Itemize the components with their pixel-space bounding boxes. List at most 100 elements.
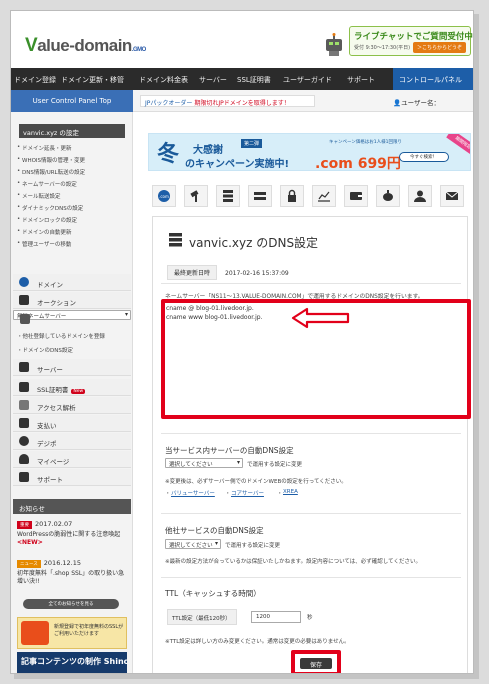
news-item[interactable]: 重要 2017.02.07 WordPressの脆弱性に関する注意喚起<NEW>	[17, 520, 125, 547]
banner-search-button[interactable]: 今すぐ検索！	[399, 152, 449, 162]
divider	[161, 577, 461, 578]
menu-item-renew[interactable]: ドメイン延長・更新	[17, 144, 129, 156]
service-mypage[interactable]	[408, 185, 432, 207]
service-payment[interactable]	[344, 185, 368, 207]
dns-record-line: cname @ blog-01.livedoor.jp.	[166, 305, 254, 312]
link-value-server[interactable]: バリューサーバー	[171, 489, 215, 497]
sub-bar: User Control Panel Top JPパックオーダー 期限切れJPド…	[11, 90, 473, 112]
news-date: 2016.12.15	[43, 559, 81, 567]
service-server[interactable]	[248, 185, 272, 207]
browser-page: Value-domain.GMO ライブチャットでご質問受付中 受付 9:30〜…	[10, 10, 474, 674]
sidebar: vanvic.xyz の設定 ドメイン延長・更新 WHOIS情報の管理・変更 D…	[11, 112, 133, 673]
banner-note: キャンペーン価格はお1人様1回限り	[329, 140, 402, 145]
menu-item-nameserver[interactable]: ネームサーバーの設定	[17, 180, 129, 192]
sidebar-cat-support[interactable]: サポート	[13, 469, 131, 486]
news-text[interactable]: 初年度無料「.shop SSL」の取り扱い急增い決!!	[17, 570, 125, 586]
banner-part: 第二弾	[241, 139, 263, 148]
other-dns-title: 他社サービスの自動DNS設定	[165, 526, 264, 535]
ssl-banner[interactable]: 新規登録で初年度無料のSSLがご利用いただけます	[17, 617, 127, 649]
sidebar-sub-other-domain[interactable]: ・他社登録しているドメインを登録	[17, 332, 105, 340]
menu-item-move-user[interactable]: 管理ユーザーの移動	[17, 240, 129, 252]
all-news-button[interactable]: 全てのお知らせを見る	[23, 599, 119, 609]
live-chat-box[interactable]: ライブチャットでご質問受付中 受付 9:30〜17:30(平日) ＞こちらからど…	[349, 26, 473, 56]
domain-setting-header: vanvic.xyz の設定	[19, 124, 125, 138]
divider	[161, 283, 461, 284]
sidebar-cat-payment[interactable]: 支払い	[13, 415, 131, 432]
sidebar-cat-domain[interactable]: ドメイン	[13, 274, 131, 291]
nav-item-price[interactable]: ドメイン料金表	[139, 75, 188, 85]
nav-item-ssl[interactable]: SSL証明書	[237, 75, 271, 85]
news-text[interactable]: WordPressの脆弱性に関する注意喚起	[17, 531, 120, 538]
new-badge: New	[71, 389, 86, 394]
ttl-note: ※TTL設定は詳しい方のみ変更ください。通常は変更の必要はありません。	[165, 639, 350, 645]
banner-campaign: のキャンペーン実施中!	[185, 159, 290, 170]
chat-hours: 受付 9:30〜17:30(平日)	[354, 45, 411, 51]
auto-dns-apply-text: で運用する設定に変更	[247, 462, 303, 468]
link-xrea[interactable]: XREA	[283, 489, 298, 495]
service-support[interactable]	[440, 185, 464, 207]
sidebar-cat-ssl[interactable]: SSL証明書 New	[13, 379, 131, 396]
sidebar-cat-auction[interactable]: オークション	[13, 292, 131, 309]
page-shadow-bottom	[14, 674, 479, 679]
news-tag: ニュース	[17, 560, 41, 568]
service-nameserver[interactable]	[216, 185, 240, 207]
database-icon	[169, 233, 182, 247]
notice-link[interactable]: JPパックオーダー	[145, 100, 192, 107]
menu-item-mail[interactable]: メール転送設定	[17, 192, 129, 204]
service-domain[interactable]: .com	[152, 185, 176, 207]
sidebar-sub-dns[interactable]: ・ドメインのDNS設定	[17, 346, 73, 354]
other-dns-select[interactable]: 選択してください	[165, 539, 221, 549]
service-auction[interactable]	[184, 185, 208, 207]
server-icon	[20, 314, 30, 324]
sidebar-cat-analytics[interactable]: アクセス解析	[13, 397, 131, 414]
menu-item-ddns[interactable]: ダイナミックDNSの設定	[17, 204, 129, 216]
campaign-banner[interactable]: 冬 大感謝 第二弾 のキャンペーン実施中! .com 699円 キャンペーン価格…	[148, 133, 471, 171]
site-logo[interactable]: Value-domain.GMO	[25, 35, 146, 57]
news-item[interactable]: ニュース 2016.12.15 初年度無料「.shop SSL」の取り扱い急增い決…	[17, 559, 125, 586]
lock-icon	[288, 189, 296, 202]
nav-item-register[interactable]: ドメイン登録	[14, 75, 56, 85]
chat-button[interactable]: ＞こちらからどうぞ	[412, 42, 466, 53]
sidebar-cat-mypage[interactable]: マイページ	[13, 451, 131, 468]
svg-text:.com: .com	[159, 194, 169, 199]
nav-control-panel[interactable]: コントロールパネル	[393, 68, 473, 90]
other-dns-note: ※最新の設定方法が合っているかは保証いたしかねます。設定内容については、必ず確認…	[165, 559, 421, 565]
save-button[interactable]: 保存	[300, 658, 332, 669]
other-dns-apply-text: で運用する設定に変更	[225, 543, 281, 549]
user-icon	[414, 190, 426, 202]
shinobi-banner[interactable]: 記事コンテンツの制作 Shinobi	[17, 652, 127, 673]
service-deposit[interactable]	[376, 185, 400, 207]
banner-winter: 冬	[157, 141, 180, 166]
auto-dns-select[interactable]: 選択してください	[165, 458, 243, 468]
banner-price: .com 699円	[315, 156, 401, 171]
sidebar-cat-deposit[interactable]: デジポ	[13, 433, 131, 450]
nav-item-server[interactable]: サーバー	[199, 75, 227, 85]
last-updated-label: 最終更新日時	[167, 265, 218, 280]
com-icon: .com	[158, 190, 170, 202]
menu-item-auto-renew[interactable]: ドメインの自動更新	[17, 228, 129, 240]
global-nav: ドメイン登録 ドメイン更新・移管 ドメイン料金表 サーバー SSL証明書 ユーザ…	[11, 68, 473, 90]
sidebar-cat-server[interactable]: サーバー	[13, 359, 131, 376]
user-control-panel-top[interactable]: User Control Panel Top	[11, 90, 133, 112]
gavel-icon	[19, 295, 29, 305]
link-bullet: ・	[277, 491, 283, 497]
nav-item-support[interactable]: サポート	[347, 75, 375, 85]
notice-bar[interactable]: JPパックオーダー 期限切れJPドメインを取得します！	[140, 95, 315, 107]
user-name-label: 👤ユーザー名：	[393, 99, 440, 107]
last-updated-value: 2017-02-16 15:37:09	[225, 270, 289, 277]
sidebar-cat-nameserver[interactable]: 無料ネームサーバー	[13, 310, 131, 324]
server-stack-icon	[254, 192, 266, 200]
dns-records-textarea[interactable]: cname @ blog-01.livedoor.jp. cname www b…	[161, 299, 471, 419]
menu-item-whois[interactable]: WHOIS情報の管理・変更	[17, 156, 129, 168]
menu-item-dns[interactable]: DNS情報/URL転送の設定	[17, 168, 129, 180]
service-analytics[interactable]	[312, 185, 336, 207]
nav-item-guide[interactable]: ユーザーガイド	[283, 75, 332, 85]
nav-item-renew[interactable]: ドメイン更新・移管	[61, 75, 124, 85]
mail-icon	[19, 472, 29, 482]
service-ssl[interactable]	[280, 185, 304, 207]
news-header: お知らせ	[13, 499, 131, 514]
chat-robot-icon	[326, 33, 342, 56]
ttl-input[interactable]: 1200	[251, 611, 301, 623]
menu-item-lock[interactable]: ドメインロックの設定	[17, 216, 129, 228]
link-core-server[interactable]: コアサーバー	[231, 489, 264, 497]
